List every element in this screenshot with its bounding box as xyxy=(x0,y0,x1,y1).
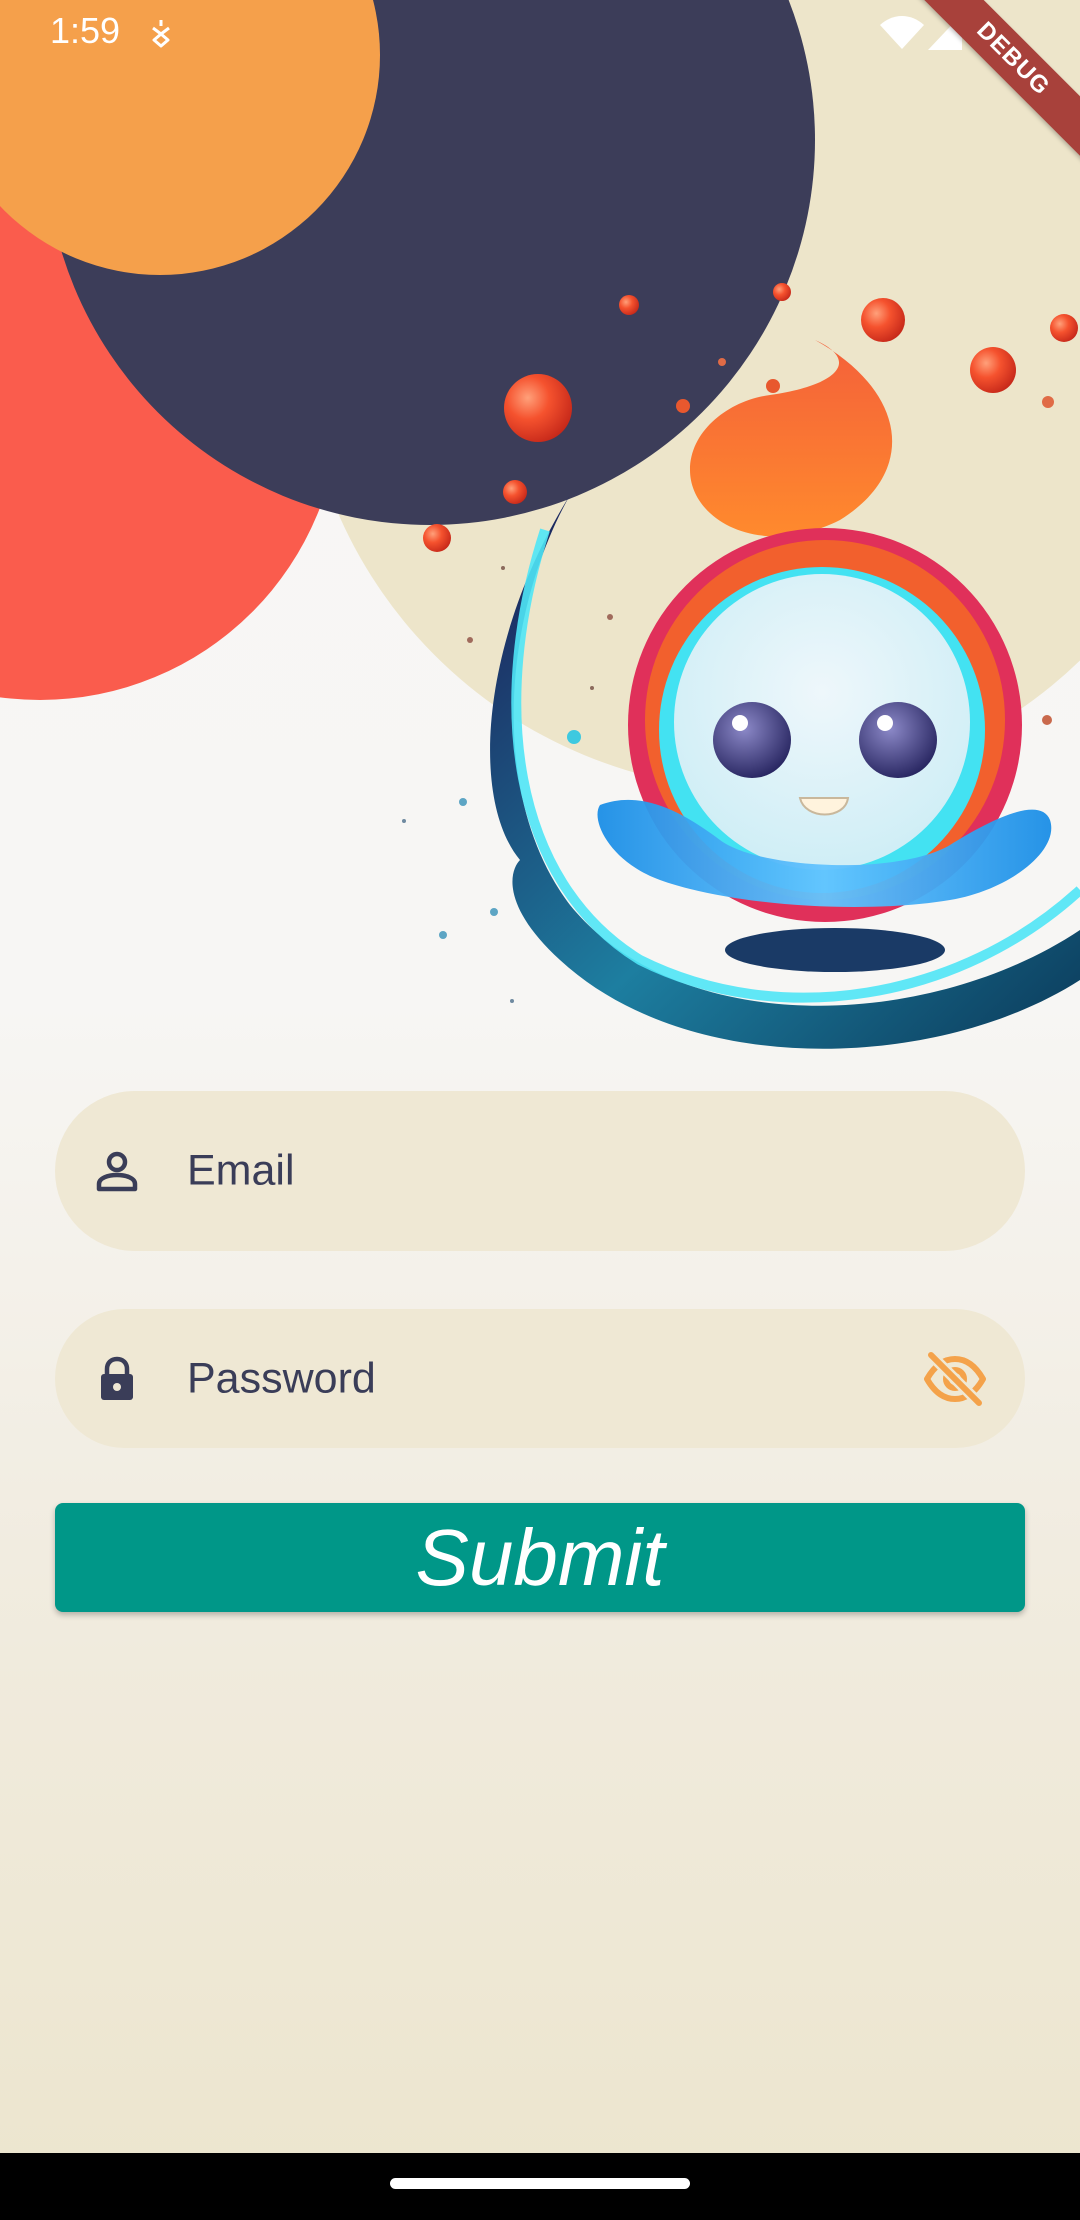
submit-button[interactable]: Submit xyxy=(55,1503,1025,1612)
home-gesture-handle[interactable] xyxy=(390,2178,690,2189)
password-field[interactable] xyxy=(55,1309,1025,1448)
person-icon xyxy=(96,1151,138,1192)
notification-icon xyxy=(152,20,170,48)
email-field[interactable] xyxy=(55,1091,1025,1251)
password-input[interactable] xyxy=(187,1354,905,1403)
debug-label: DEBUG xyxy=(910,0,1080,163)
debug-banner: DEBUG xyxy=(910,0,1080,170)
status-time: 1:59 xyxy=(50,10,121,51)
login-screen: 1:59 DEBUG Email Submit xyxy=(0,0,1080,2220)
email-input[interactable] xyxy=(187,1146,905,1196)
lock-icon xyxy=(101,1356,133,1400)
eye-off-icon[interactable] xyxy=(923,1347,987,1411)
